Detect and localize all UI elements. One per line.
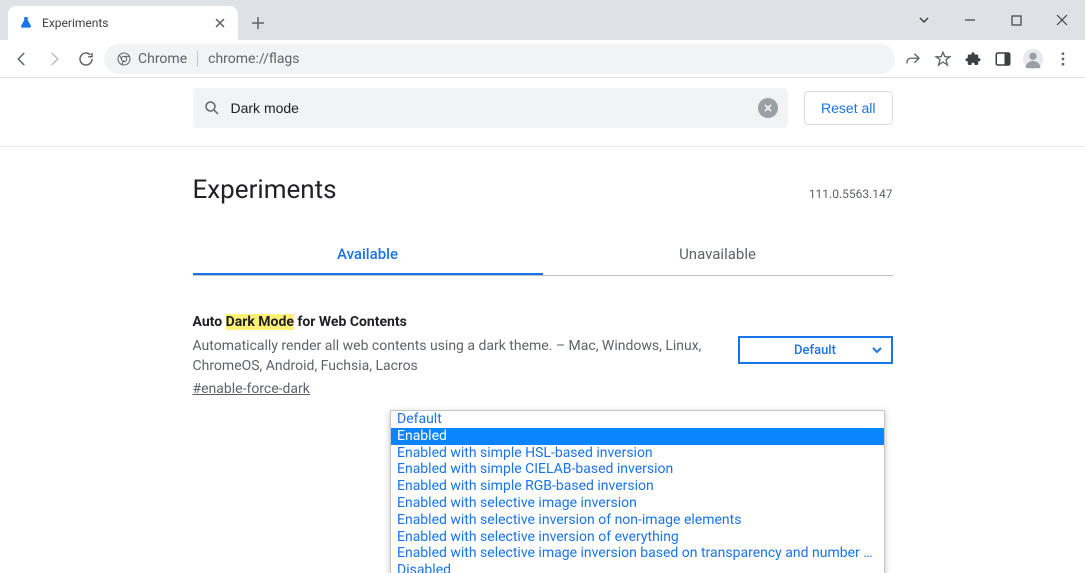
close-tab-icon[interactable] <box>212 15 228 31</box>
flags-search-input[interactable] <box>231 100 749 116</box>
dropdown-option[interactable]: Enabled with simple HSL-based inversion <box>391 445 884 462</box>
site-chip-label: Chrome <box>138 51 187 67</box>
dropdown-option[interactable]: Enabled with simple CIELAB-based inversi… <box>391 461 884 478</box>
flag-description: Automatically render all web contents us… <box>193 336 718 377</box>
flag-title: Auto Dark Mode for Web Contents <box>193 314 718 330</box>
tab-title: Experiments <box>42 16 212 30</box>
browser-tab[interactable]: Experiments <box>8 6 238 40</box>
bookmark-icon[interactable] <box>929 45 957 73</box>
chevron-down-icon <box>871 344 883 356</box>
flag-title-highlight: Dark Mode <box>226 314 294 330</box>
dropdown-option[interactable]: Enabled with simple RGB-based inversion <box>391 478 884 495</box>
window-close-button[interactable] <box>1039 5 1085 35</box>
omnibox-divider <box>197 51 198 67</box>
flag-title-post: for Web Contents <box>294 314 407 330</box>
flask-icon <box>18 15 34 31</box>
dropdown-option[interactable]: Enabled <box>391 428 884 445</box>
tab-available[interactable]: Available <box>193 235 543 275</box>
flags-search-box[interactable] <box>193 88 789 128</box>
section-tabs: Available Unavailable <box>193 235 893 276</box>
dropdown-option[interactable]: Enabled with selective inversion of non-… <box>391 512 884 529</box>
flag-dropdown-value: Default <box>794 343 836 358</box>
dropdown-option[interactable]: Default <box>391 411 884 428</box>
reset-all-button[interactable]: Reset all <box>804 91 892 125</box>
search-icon <box>203 99 221 117</box>
dropdown-option[interactable]: Disabled <box>391 562 884 573</box>
new-tab-button[interactable] <box>244 9 272 37</box>
kebab-menu-icon[interactable] <box>1049 45 1077 73</box>
forward-button[interactable] <box>40 45 68 73</box>
dropdown-option[interactable]: Enabled with selective image inversion <box>391 495 884 512</box>
address-bar[interactable]: Chrome chrome://flags <box>104 44 895 74</box>
page-title: Experiments <box>193 175 337 205</box>
window-dropdown-icon[interactable] <box>901 5 947 35</box>
omnibox-url: chrome://flags <box>208 51 299 67</box>
window-controls <box>901 0 1085 40</box>
page-viewport: Reset all Experiments 111.0.5563.147 Ava… <box>0 78 1085 573</box>
site-chip: Chrome <box>116 51 187 67</box>
flag-item: Auto Dark Mode for Web Contents Automati… <box>193 314 893 397</box>
window-maximize-button[interactable] <box>993 5 1039 35</box>
tab-unavailable[interactable]: Unavailable <box>543 235 893 275</box>
profile-avatar[interactable] <box>1019 45 1047 73</box>
flag-title-pre: Auto <box>193 314 226 330</box>
window-titlebar: Experiments <box>0 0 1085 40</box>
reload-button[interactable] <box>72 45 100 73</box>
chrome-version: 111.0.5563.147 <box>809 187 893 201</box>
share-icon[interactable] <box>899 45 927 73</box>
back-button[interactable] <box>8 45 36 73</box>
extensions-icon[interactable] <box>959 45 987 73</box>
window-minimize-button[interactable] <box>947 5 993 35</box>
dropdown-option[interactable]: Enabled with selective image inversion b… <box>391 545 884 562</box>
flag-dropdown[interactable]: Default <box>738 336 893 364</box>
flag-dropdown-listbox[interactable]: DefaultEnabledEnabled with simple HSL-ba… <box>390 410 885 573</box>
flag-anchor-link[interactable]: #enable-force-dark <box>193 381 310 397</box>
divider <box>0 146 1085 147</box>
browser-toolbar: Chrome chrome://flags <box>0 40 1085 78</box>
dropdown-option[interactable]: Enabled with selective inversion of ever… <box>391 529 884 546</box>
sidepanel-icon[interactable] <box>989 45 1017 73</box>
chrome-icon <box>116 51 132 67</box>
clear-search-icon[interactable] <box>758 98 778 118</box>
